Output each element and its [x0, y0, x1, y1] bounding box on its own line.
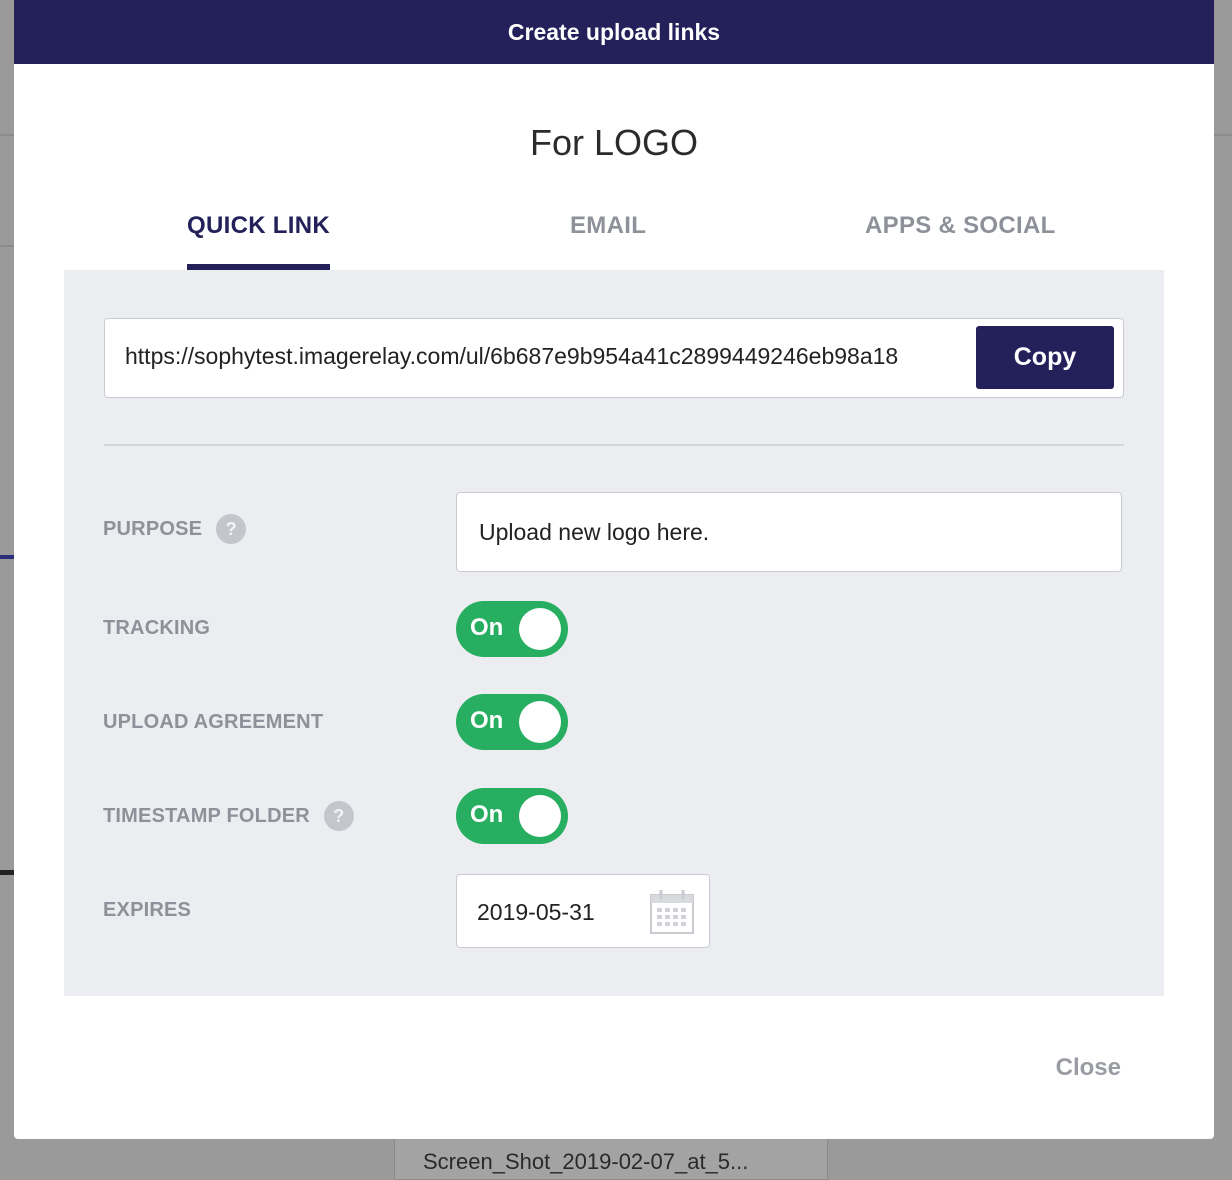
background-accent	[0, 555, 14, 559]
toggle-knob	[519, 608, 561, 650]
expires-row: EXPIRES	[103, 899, 191, 922]
tab-quick-link[interactable]: QUICK LINK	[187, 212, 330, 270]
tracking-row: TRACKING	[103, 617, 210, 640]
modal-header: Create upload links	[14, 0, 1214, 64]
expires-date-box	[456, 874, 710, 948]
expires-date-input[interactable]	[477, 899, 637, 926]
timestamp-folder-label: TIMESTAMP FOLDER	[103, 804, 310, 827]
divider	[104, 444, 1124, 446]
toggle-state: On	[470, 707, 504, 734]
purpose-field-box	[456, 492, 1122, 572]
tab-label: APPS & SOCIAL	[865, 212, 1056, 239]
toggle-state: On	[470, 801, 504, 828]
toggle-knob	[519, 795, 561, 837]
help-icon[interactable]: ?	[323, 801, 354, 831]
upload-agreement-toggle[interactable]: On	[456, 694, 568, 750]
background-divider	[0, 134, 14, 136]
background-file-name: Screen_Shot_2019-02-07_at_5...	[423, 1149, 749, 1174]
tab-apps-social[interactable]: APPS & SOCIAL	[865, 212, 1056, 270]
calendar-icon[interactable]	[649, 889, 695, 935]
expires-label: EXPIRES	[103, 899, 192, 921]
upload-links-modal: Create upload links For LOGO QUICK LINK …	[14, 0, 1214, 1139]
background-file-card: Screen_Shot_2019-02-07_at_5...	[394, 1138, 828, 1180]
purpose-row: PURPOSE ?	[103, 514, 247, 544]
timestamp-folder-row: TIMESTAMP FOLDER ?	[103, 801, 354, 831]
background-divider	[1214, 134, 1232, 136]
help-icon[interactable]: ?	[216, 514, 247, 544]
tab-label: QUICK LINK	[187, 212, 330, 239]
toggle-knob	[519, 701, 561, 743]
background-divider	[0, 870, 14, 875]
timestamp-folder-toggle[interactable]: On	[456, 788, 568, 844]
link-box: Copy	[104, 318, 1124, 398]
close-button[interactable]: Close	[1056, 1054, 1121, 1082]
background-divider	[0, 245, 14, 247]
tab-bar: QUICK LINK EMAIL APPS & SOCIAL	[14, 212, 1214, 270]
upload-agreement-label: UPLOAD AGREEMENT	[103, 711, 324, 733]
toggle-state: On	[470, 614, 504, 641]
tracking-toggle[interactable]: On	[456, 601, 568, 657]
upload-link-field[interactable]	[125, 343, 965, 370]
purpose-label: PURPOSE	[103, 517, 203, 540]
tracking-label: TRACKING	[103, 617, 211, 639]
quick-link-panel: Copy PURPOSE ? TRACKING On UPLOAD AGREEM…	[64, 270, 1164, 996]
modal-subtitle: For LOGO	[529, 122, 699, 163]
modal-title: Create upload links	[507, 18, 721, 45]
copy-button[interactable]: Copy	[976, 326, 1114, 389]
upload-agreement-row: UPLOAD AGREEMENT	[103, 711, 323, 734]
tab-email[interactable]: EMAIL	[570, 212, 646, 270]
tab-label: EMAIL	[570, 212, 647, 239]
purpose-input[interactable]	[479, 519, 1099, 546]
